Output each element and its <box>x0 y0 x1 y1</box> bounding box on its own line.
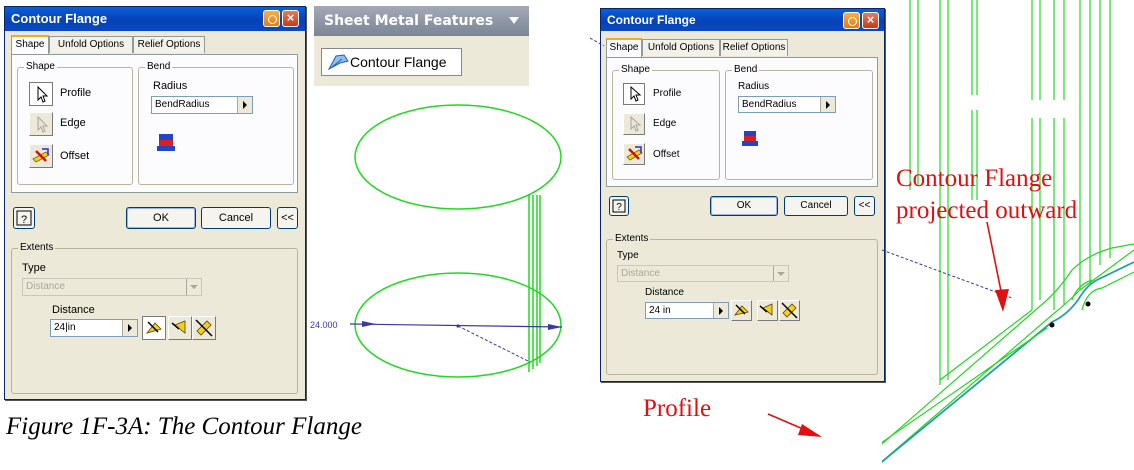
offset-label: Offset <box>60 150 90 162</box>
bend-radius-combo[interactable]: BendRadius <box>151 96 253 114</box>
contour-flange-dialog-left: Contour Flange × Shape Unfold Options Re… <box>4 6 306 400</box>
contour-flange-button-label: Contour Flange <box>350 54 447 70</box>
symmetric-button[interactable] <box>192 316 216 340</box>
dimension-arrow-left <box>362 321 376 327</box>
contour-flange-annotation-line2: projected outward <box>896 197 1078 224</box>
dimension-line <box>349 323 563 328</box>
flange-edge <box>939 309 1033 381</box>
panel-title: Sheet Metal Features <box>324 13 494 29</box>
dimension-arrow-right <box>548 324 562 330</box>
direction-arrow-icon <box>171 320 186 334</box>
bend-group: Bend Radius BendRadius <box>138 61 294 185</box>
help-pin-icon[interactable] <box>263 10 280 27</box>
leader-dashed-line <box>590 37 605 47</box>
chevron-right-icon[interactable] <box>237 97 252 113</box>
ok-button[interactable]: OK <box>126 207 196 229</box>
sketch-viewport: 24.000 <box>310 104 563 378</box>
figure-caption: Figure 1F-3A: The Contour Flange <box>6 413 362 440</box>
edge-button[interactable] <box>29 112 53 136</box>
distance-label: Distance <box>52 304 95 316</box>
dialog-title-bar[interactable]: Contour Flange × <box>5 7 305 31</box>
help-pin-icon[interactable] <box>843 12 860 29</box>
edge-label: Edge <box>60 117 86 129</box>
dialog-title-bar[interactable]: Contour Flange × <box>601 9 884 31</box>
projection-dashed-line <box>882 249 1013 299</box>
tab-relief-options[interactable]: Relief Options <box>133 36 205 53</box>
distance-field[interactable]: 24|in <box>50 319 138 337</box>
offset-flip-icon <box>32 148 50 163</box>
radius-label: Radius <box>153 80 188 92</box>
bend-radius-value: BendRadius <box>155 99 210 110</box>
annotation-arrow <box>986 221 1003 297</box>
help-button[interactable]: ? <box>13 207 35 229</box>
chevron-down-icon[interactable] <box>186 279 201 295</box>
tab-shape[interactable]: Shape <box>11 35 49 54</box>
symmetric-arrows-icon <box>195 319 213 337</box>
help-question-icon: ? <box>16 210 32 226</box>
direction-1-button[interactable] <box>142 316 166 340</box>
radius-dashed-line <box>457 325 531 363</box>
contour-flange-button[interactable]: Contour Flange <box>321 48 462 76</box>
dialog-title: Contour Flange <box>607 13 696 27</box>
panel-header[interactable]: Sheet Metal Features <box>314 6 529 36</box>
bend-table-icon[interactable] <box>155 132 177 154</box>
close-button[interactable]: × <box>282 10 299 27</box>
close-button[interactable]: × <box>862 12 879 29</box>
dialog-title: Contour Flange <box>11 11 108 26</box>
extents-group: Extents Type Distance Distance 24|in <box>11 242 298 394</box>
cursor-arrow-icon <box>37 115 49 133</box>
sheet-metal-panel: Sheet Metal Features Contour Flange <box>314 6 529 86</box>
model-viewport <box>882 0 1134 463</box>
dimension-value[interactable]: 24.000 <box>310 320 338 330</box>
chevron-down-icon[interactable] <box>509 17 519 25</box>
cancel-button[interactable]: Cancel <box>201 207 271 229</box>
extents-group-label: Extents <box>18 242 56 253</box>
flange-bottom-curve <box>882 249 1134 463</box>
top-ellipse <box>354 104 562 210</box>
type-value: Distance <box>26 281 65 292</box>
vertex-point <box>1085 301 1091 307</box>
svg-text:?: ? <box>21 214 27 226</box>
type-combo[interactable]: Distance <box>22 278 202 296</box>
chevron-right-icon[interactable] <box>122 320 137 336</box>
profile-curve <box>882 261 1134 463</box>
profile-annotation-arrow <box>767 413 822 437</box>
contour-flange-icon <box>327 54 349 71</box>
direction-2-button[interactable] <box>168 316 192 340</box>
profile-annotation: Profile <box>643 395 712 422</box>
profile-curve <box>882 327 1048 444</box>
arrowhead-icon <box>798 424 822 437</box>
distance-value: 24|in <box>54 322 76 333</box>
type-label: Type <box>22 262 46 274</box>
profile-label: Profile <box>60 87 92 99</box>
collapse-button[interactable]: << <box>277 207 298 229</box>
shape-group: Shape Profile Edge Offset <box>17 61 133 185</box>
profile-button[interactable] <box>29 82 53 106</box>
cursor-arrow-icon <box>37 85 49 103</box>
contour-flange-annotation-line1: Contour Flange <box>896 165 1053 192</box>
bend-group-label: Bend <box>145 61 173 72</box>
shape-group-label: Shape <box>24 61 57 72</box>
offset-button[interactable] <box>29 144 53 168</box>
tab-unfold-options[interactable]: Unfold Options <box>49 36 133 53</box>
direction-arrow-icon <box>145 321 162 334</box>
vertex-point <box>1049 322 1055 328</box>
arrowhead-icon <box>995 289 1009 312</box>
shape-tab-panel: Shape Profile Edge Offset Bend Radius Be… <box>11 54 298 193</box>
bend-edit-icon <box>157 134 175 151</box>
